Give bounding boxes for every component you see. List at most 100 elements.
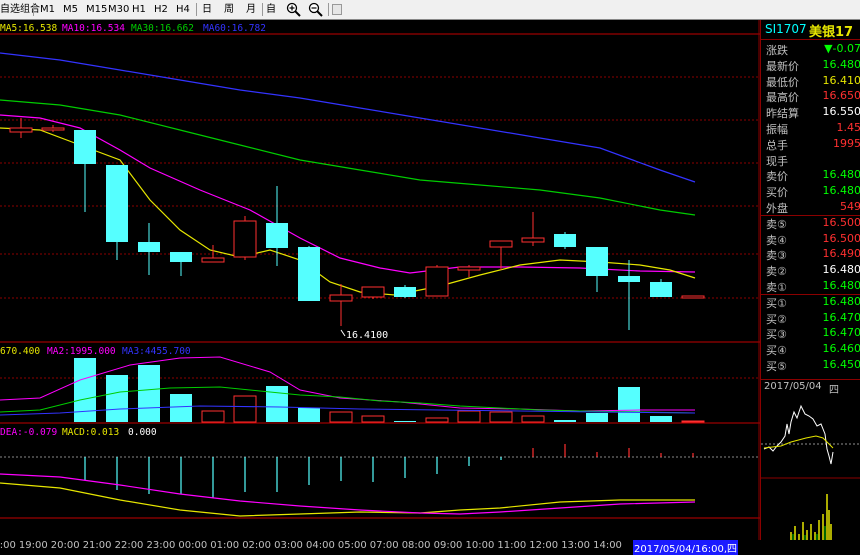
time-axis-label: 04:00 [306,540,335,551]
candle-body [362,287,384,297]
quote-row: 最新价 16.480 [761,58,860,73]
quote-row: 最低价16.410 [761,74,860,89]
quote-row-label: 买⑤ [766,358,787,374]
time-axis-label: 11:00 [497,540,526,551]
candle [138,223,160,275]
toolbar-divider [262,3,263,16]
period-m1-button[interactable]: M1 [40,2,55,17]
macd-dif-line [0,483,695,516]
candle-body [74,130,96,164]
candle-body [650,282,672,297]
volume-bar [522,416,544,422]
quote-row-value: 16.500 [823,216,860,229]
period-h1-button[interactable]: H1 [132,2,146,17]
quote-row: 涨跌▼-0.07 [761,42,860,57]
volume-bar [298,408,320,422]
quote-row: 买③16.470 [761,326,860,341]
quote-row-value: 16.650 [823,89,860,102]
quote-row-value: 1.45 [837,121,860,134]
volume-bar [202,411,224,422]
candle-body [42,128,64,130]
volume-bar [266,386,288,422]
candle-body [586,247,608,276]
quote-row-value: 16.470 [823,311,860,324]
group-selector[interactable]: 自选组合 [0,2,40,17]
candle [586,247,608,292]
toolbar: 自选组合 M1 M5 M15 M30 H1 H2 H4 日 周 月 自 [0,0,860,20]
volume-bar [362,416,384,422]
quote-row-label: 卖⑤ [766,216,787,232]
quote-row-label: 卖④ [766,232,787,248]
time-axis-label: 05:00 [338,540,367,551]
quote-row: 买⑤16.450 [761,358,860,373]
period-h2-button[interactable]: H2 [154,2,168,17]
candle [106,165,128,260]
macd-zero-label: 0.000 [128,427,157,438]
time-axis-label: 01:00 [210,540,239,551]
candle [522,212,544,246]
quote-row-value: 16.480 [823,58,860,71]
quote-code: SI1707 [765,22,807,36]
candle-body [426,267,448,296]
period-m5-button[interactable]: M5 [63,2,78,17]
toolbar-divider [196,3,197,16]
quote-row-value: 16.550 [823,105,860,118]
period-h4-button[interactable]: H4 [176,2,190,17]
period-m15-button[interactable]: M15 [86,2,107,17]
candle [170,252,192,276]
quote-row: 买①16.480 [761,295,860,310]
dea-label: DEA:-0.079 [0,427,57,438]
time-axis-label: 21:00 [83,540,112,551]
chart-area[interactable]: MA5:16.538 MA10:16.534 MA30:16.662 MA60:… [0,20,760,540]
period-m30-button[interactable]: M30 [108,2,129,17]
candle [458,265,480,277]
time-axis-label: 09:00 [434,540,463,551]
ma30-line [0,100,695,215]
zoom-in-icon[interactable] [286,2,302,17]
quote-row-label: 外盘 [766,200,788,216]
panel-separators [0,34,760,518]
volume-bar [618,387,640,422]
time-axis-label: 19:00 [19,540,48,551]
time-axis-label: 18:00 [0,540,16,551]
quote-row-label: 买① [766,295,787,311]
volume-bar [554,420,576,422]
period-day-button[interactable]: 日 [202,2,212,17]
quote-row: 卖⑤ 16.500 [761,216,860,231]
period-month-button[interactable]: 月 [246,2,256,17]
quote-row-value: 549 [840,200,860,213]
candle-body [682,296,704,298]
volume-bar [426,418,448,422]
mini-chart-date: 2017/05/04 [764,381,822,392]
quote-row: 买②16.470 [761,311,860,326]
toolbar-extra-button[interactable] [332,4,342,15]
volume-bar [330,412,352,422]
toolbar-divider [33,3,34,16]
volume-bar [650,416,672,422]
quote-row-label: 最新价 [766,58,799,74]
period-week-button[interactable]: 周 [224,2,234,17]
quote-row-value: ▼-0.07 [824,42,860,55]
quote-row: 卖②16.480 [761,263,860,278]
candle [394,285,416,298]
time-axis-label: 02:00 [242,540,271,551]
zoom-out-icon[interactable] [308,2,324,17]
kline-chart[interactable] [0,20,760,540]
toolbar-divider [328,3,329,16]
cursor-time-label: 2017/05/04/16:00,四 [633,540,738,555]
quote-divider [761,39,860,40]
candle [298,246,320,301]
quote-row: 最高价16.650 [761,89,860,104]
period-custom-button[interactable]: 自 [266,2,276,17]
macd-label: MACD:0.013 [62,427,119,438]
quote-row: 卖④16.500 [761,232,860,247]
candle-body [266,223,288,248]
quote-row: 振幅1.45 [761,121,860,136]
quote-row-label: 卖② [766,263,787,279]
volume-bar [170,394,192,422]
candle [234,216,256,260]
mini-intraday-chart[interactable] [761,394,860,540]
ma30-label: MA30:16.662 [131,23,194,34]
volume-bar [490,412,512,422]
volume-bar [74,358,96,422]
